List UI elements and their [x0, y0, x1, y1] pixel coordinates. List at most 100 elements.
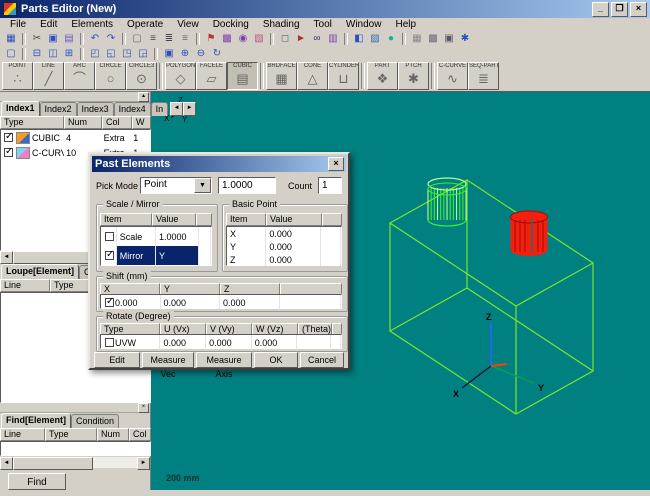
camera-icon[interactable]: ◉ [235, 32, 251, 46]
find-button[interactable]: Find [8, 473, 66, 490]
shape-cylinder-button[interactable]: CYLINDER⊔ [328, 62, 359, 90]
value-cell[interactable]: 0.000 [266, 227, 321, 240]
select-icon[interactable]: ◻ [277, 32, 293, 46]
window-split-v-icon[interactable]: ◫ [45, 47, 61, 61]
basic-point-row-x[interactable]: X0.000 [227, 227, 341, 240]
view-icon[interactable]: ∞ [309, 32, 325, 46]
menu-help[interactable]: Help [388, 18, 423, 31]
value-cell[interactable]: 0.000 [266, 240, 321, 253]
shift-table[interactable]: 0.0000.0000.000 [100, 294, 342, 309]
print-icon[interactable]: ▣ [441, 32, 457, 46]
theta-cell[interactable] [297, 335, 331, 350]
shape-cubic-button[interactable]: CUBIC▤ [227, 62, 258, 90]
visibility-checkbox[interactable] [4, 133, 13, 142]
tab-loupe-element[interactable]: Loupe[Element] [1, 264, 79, 279]
redo-icon[interactable]: ↷ [103, 32, 119, 46]
scroll-track[interactable] [93, 457, 137, 468]
chevron-down-icon[interactable]: ▼ [194, 178, 211, 193]
monitor-icon[interactable]: ◧ [351, 32, 367, 46]
row-add-icon[interactable]: ≡ [145, 32, 161, 46]
scroll-right-icon[interactable]: ► [137, 457, 150, 470]
column-header-line[interactable]: Line [0, 279, 50, 292]
sphere-icon[interactable]: ● [383, 32, 399, 46]
tab-index4[interactable]: Index4 [114, 102, 151, 116]
rotate-u-cell[interactable]: 0.000 [160, 335, 206, 350]
shape-polygon-button[interactable]: POLYGON◇ [165, 62, 196, 90]
mesh-icon[interactable]: ▦ [409, 32, 425, 46]
column-header-w[interactable]: W [132, 116, 151, 129]
copy-icon[interactable]: ▣ [45, 32, 61, 46]
flag-icon[interactable]: ⚑ [203, 32, 219, 46]
menu-operate[interactable]: Operate [120, 18, 170, 31]
tab-in[interactable]: In [151, 102, 169, 116]
zoom-in-icon[interactable]: ⊕ [177, 47, 193, 61]
menu-shading[interactable]: Shading [256, 18, 307, 31]
dialog-title-bar[interactable]: Past Elements × [92, 156, 346, 172]
shape-facele-button[interactable]: FACELE▱ [196, 62, 227, 90]
scroll-left-icon[interactable]: ◄ [0, 457, 13, 470]
shape-point-button[interactable]: POINT∴ [2, 62, 33, 90]
close-button[interactable]: × [630, 2, 647, 17]
column-header-type[interactable]: Type [45, 428, 97, 441]
shape-ptch-button[interactable]: PTCH✱ [398, 62, 429, 90]
shape-part-button[interactable]: PART❖ [367, 62, 398, 90]
shift-checkbox[interactable] [105, 298, 114, 307]
restore-button[interactable]: ❐ [611, 2, 628, 17]
ok-button[interactable]: OK [254, 352, 298, 368]
fit-view-icon[interactable]: ▣ [161, 47, 177, 61]
count-input[interactable] [318, 177, 342, 194]
pick-mode-select[interactable]: Point ▼ [140, 177, 212, 194]
scale-mirror-row-scale[interactable]: Scale1.0000 [101, 227, 211, 246]
layers-icon[interactable]: ▩ [219, 32, 235, 46]
menu-docking[interactable]: Docking [206, 18, 256, 31]
measure-axis-button[interactable]: Measure Axis [196, 352, 252, 368]
edit-button[interactable]: Edit [94, 352, 140, 368]
find-table[interactable] [0, 441, 151, 456]
shape-circle3-button[interactable]: CIRCLE3⊙ [126, 62, 157, 90]
scale-checkbox[interactable] [105, 232, 114, 241]
tab-find-element[interactable]: Find[Element] [1, 413, 71, 428]
paste-icon[interactable]: ▤ [61, 32, 77, 46]
dialog-close-button[interactable]: × [328, 157, 344, 171]
book-icon[interactable]: ▥ [325, 32, 341, 46]
save-icon[interactable]: ▦ [3, 32, 19, 46]
menu-elements[interactable]: Elements [64, 18, 120, 31]
window-single-icon[interactable]: ▢ [3, 47, 19, 61]
scale-mirror-row-mirror[interactable]: MirrorY [101, 246, 211, 265]
shift-row[interactable]: 0.0000.0000.000 [101, 295, 341, 310]
cut-icon[interactable]: ✂ [29, 32, 45, 46]
view-iso-icon[interactable]: ◲ [135, 47, 151, 61]
rotate-table[interactable]: UVW0.0000.0000.000 [100, 334, 342, 349]
tab-index1[interactable]: Index1 [1, 101, 40, 116]
tab-scroll-right-icon[interactable]: ► [183, 102, 196, 116]
minimize-button[interactable]: _ [592, 2, 609, 17]
shift-y-cell[interactable]: 0.000 [161, 295, 221, 310]
tab-condition[interactable]: Condition [71, 414, 119, 428]
visibility-checkbox[interactable] [4, 148, 13, 157]
grid-icon[interactable]: ▩ [425, 32, 441, 46]
menu-edit[interactable]: Edit [33, 18, 64, 31]
column-header-type[interactable]: Type [0, 116, 64, 129]
shape-arc-button[interactable]: ARC⌒ [64, 62, 95, 90]
basic-point-table[interactable]: X0.000Y0.000Z0.000 [226, 226, 342, 266]
shape-brdface-button[interactable]: BRDFACE▦ [266, 62, 297, 90]
value-cell[interactable]: Y [156, 246, 199, 265]
view-top-icon[interactable]: ◰ [87, 47, 103, 61]
table-row[interactable]: CUBIC4Extra1 [1, 130, 150, 145]
column-header-num[interactable]: Num [97, 428, 129, 441]
tab-index2[interactable]: Index2 [40, 102, 77, 116]
basic-point-row-y[interactable]: Y0.000 [227, 240, 341, 253]
scale-mirror-table[interactable]: Scale1.0000MirrorY [100, 226, 212, 266]
menu-view[interactable]: View [170, 18, 206, 31]
cancel-button[interactable]: Cancel [300, 352, 344, 368]
rotate-row[interactable]: UVW0.0000.0000.000 [101, 335, 341, 350]
row-edit-icon[interactable]: ≣ [161, 32, 177, 46]
undo-icon[interactable]: ↶ [87, 32, 103, 46]
shift-x-value[interactable]: 0.000 [115, 298, 138, 308]
row-delete-icon[interactable]: ≡ [177, 32, 193, 46]
find-panel-close-button[interactable]: × [138, 403, 149, 413]
value-cell[interactable]: 1.0000 [156, 227, 199, 246]
shape-c-curve-button[interactable]: C-CURVE∿ [437, 62, 468, 90]
view-front-icon[interactable]: ◱ [103, 47, 119, 61]
mirror-checkbox[interactable] [105, 251, 114, 260]
